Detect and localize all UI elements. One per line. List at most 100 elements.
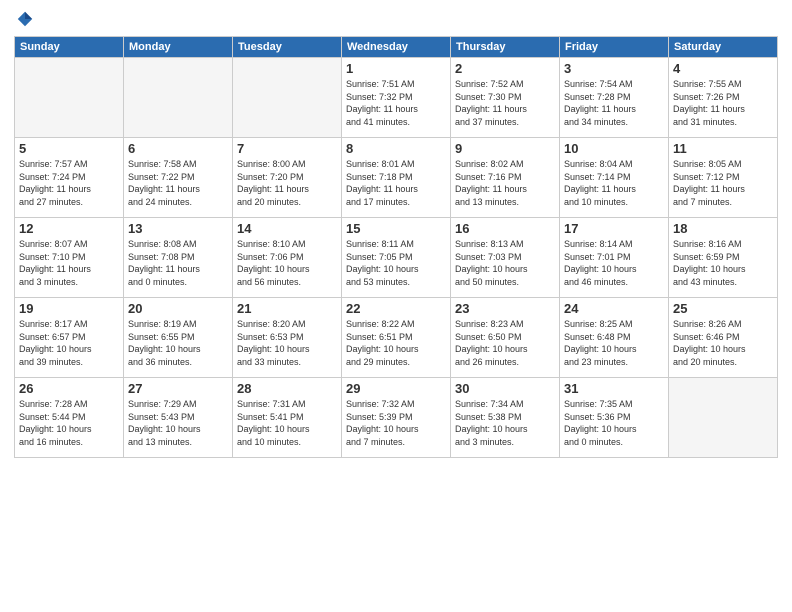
day-cell: 19Sunrise: 8:17 AM Sunset: 6:57 PM Dayli… [15, 298, 124, 378]
day-info: Sunrise: 7:28 AM Sunset: 5:44 PM Dayligh… [19, 398, 119, 448]
day-cell: 29 Sunrise: 7:32 AM Sunset: 5:39 PM Dayli… [342, 378, 451, 458]
day-info: Sunrise: 7:29 AM Sunset: 5:43 PM Dayligh… [128, 398, 228, 448]
day-header-tuesday: Tuesday [233, 37, 342, 58]
day-number: 20 [128, 301, 228, 316]
day-number: 3 [564, 61, 664, 76]
day-cell: 21Sunrise: 8:20 AM Sunset: 6:53 PM Dayli… [233, 298, 342, 378]
day-info: Sunrise: 7:54 AM Sunset: 7:28 PM Dayligh… [564, 78, 664, 128]
day-info: Sunrise: 8:08 AM Sunset: 7:08 PM Dayligh… [128, 238, 228, 288]
calendar-table: SundayMondayTuesdayWednesdayThursdayFrid… [14, 36, 778, 458]
day-number: 21 [237, 301, 337, 316]
day-info: Sunrise: 8:10 AM Sunset: 7:06 PM Dayligh… [237, 238, 337, 288]
day-number: 15 [346, 221, 446, 236]
day-number: 28 [237, 381, 337, 396]
day-cell: 16 Sunrise: 8:13 AM Sunset: 7:03 PM Dayli… [451, 218, 560, 298]
day-number: 27 [128, 381, 228, 396]
day-info: Sunrise: 7:58 AM Sunset: 7:22 PM Dayligh… [128, 158, 228, 208]
day-info: Sunrise: 7:34 AM Sunset: 5:38 PM Dayligh… [455, 398, 555, 448]
day-cell: 3 Sunrise: 7:54 AM Sunset: 7:28 PM Daylig… [560, 58, 669, 138]
logo-icon [16, 10, 34, 28]
day-number: 8 [346, 141, 446, 156]
day-number: 9 [455, 141, 555, 156]
day-info: Sunrise: 8:16 AM Sunset: 6:59 PM Dayligh… [673, 238, 773, 288]
day-cell: 5 Sunrise: 7:57 AM Sunset: 7:24 PM Daylig… [15, 138, 124, 218]
day-number: 24 [564, 301, 664, 316]
day-info: Sunrise: 8:05 AM Sunset: 7:12 PM Dayligh… [673, 158, 773, 208]
day-number: 25 [673, 301, 773, 316]
day-cell: 20 Sunrise: 8:19 AM Sunset: 6:55 PM Dayli… [124, 298, 233, 378]
day-info: Sunrise: 7:57 AM Sunset: 7:24 PM Dayligh… [19, 158, 119, 208]
day-cell: 18 Sunrise: 8:16 AM Sunset: 6:59 PM Dayli… [669, 218, 778, 298]
day-number: 18 [673, 221, 773, 236]
day-info: Sunrise: 8:22 AM Sunset: 6:51 PM Dayligh… [346, 318, 446, 368]
day-number: 14 [237, 221, 337, 236]
day-number: 16 [455, 221, 555, 236]
day-number: 13 [128, 221, 228, 236]
day-cell [669, 378, 778, 458]
day-cell: 4 Sunrise: 7:55 AM Sunset: 7:26 PM Daylig… [669, 58, 778, 138]
day-info: Sunrise: 8:11 AM Sunset: 7:05 PM Dayligh… [346, 238, 446, 288]
day-number: 19 [19, 301, 119, 316]
day-cell: 9 Sunrise: 8:02 AM Sunset: 7:16 PM Daylig… [451, 138, 560, 218]
day-cell: 1Sunrise: 7:51 AM Sunset: 7:32 PM Daylig… [342, 58, 451, 138]
day-number: 26 [19, 381, 119, 396]
day-header-friday: Friday [560, 37, 669, 58]
day-number: 4 [673, 61, 773, 76]
day-number: 11 [673, 141, 773, 156]
day-cell: 12Sunrise: 8:07 AM Sunset: 7:10 PM Dayli… [15, 218, 124, 298]
day-info: Sunrise: 8:02 AM Sunset: 7:16 PM Dayligh… [455, 158, 555, 208]
day-cell: 27 Sunrise: 7:29 AM Sunset: 5:43 PM Dayli… [124, 378, 233, 458]
day-number: 17 [564, 221, 664, 236]
day-number: 23 [455, 301, 555, 316]
day-info: Sunrise: 7:32 AM Sunset: 5:39 PM Dayligh… [346, 398, 446, 448]
day-info: Sunrise: 8:13 AM Sunset: 7:03 PM Dayligh… [455, 238, 555, 288]
day-cell: 31 Sunrise: 7:35 AM Sunset: 5:36 PM Dayli… [560, 378, 669, 458]
day-number: 12 [19, 221, 119, 236]
day-info: Sunrise: 8:14 AM Sunset: 7:01 PM Dayligh… [564, 238, 664, 288]
day-number: 7 [237, 141, 337, 156]
week-row-1: 1Sunrise: 7:51 AM Sunset: 7:32 PM Daylig… [15, 58, 778, 138]
day-cell: 15 Sunrise: 8:11 AM Sunset: 7:05 PM Dayli… [342, 218, 451, 298]
day-cell: 28 Sunrise: 7:31 AM Sunset: 5:41 PM Dayli… [233, 378, 342, 458]
day-info: Sunrise: 8:26 AM Sunset: 6:46 PM Dayligh… [673, 318, 773, 368]
day-header-saturday: Saturday [669, 37, 778, 58]
day-cell [124, 58, 233, 138]
day-cell [233, 58, 342, 138]
day-number: 5 [19, 141, 119, 156]
week-row-2: 5 Sunrise: 7:57 AM Sunset: 7:24 PM Daylig… [15, 138, 778, 218]
day-header-thursday: Thursday [451, 37, 560, 58]
day-cell: 25 Sunrise: 8:26 AM Sunset: 6:46 PM Dayli… [669, 298, 778, 378]
day-cell: 8 Sunrise: 8:01 AM Sunset: 7:18 PM Daylig… [342, 138, 451, 218]
day-info: Sunrise: 7:31 AM Sunset: 5:41 PM Dayligh… [237, 398, 337, 448]
day-number: 6 [128, 141, 228, 156]
week-row-3: 12Sunrise: 8:07 AM Sunset: 7:10 PM Dayli… [15, 218, 778, 298]
day-number: 10 [564, 141, 664, 156]
logo [14, 10, 36, 28]
day-info: Sunrise: 8:19 AM Sunset: 6:55 PM Dayligh… [128, 318, 228, 368]
day-header-wednesday: Wednesday [342, 37, 451, 58]
day-number: 2 [455, 61, 555, 76]
day-info: Sunrise: 8:23 AM Sunset: 6:50 PM Dayligh… [455, 318, 555, 368]
day-cell: 11 Sunrise: 8:05 AM Sunset: 7:12 PM Dayli… [669, 138, 778, 218]
day-number: 29 [346, 381, 446, 396]
day-info: Sunrise: 8:04 AM Sunset: 7:14 PM Dayligh… [564, 158, 664, 208]
day-info: Sunrise: 8:01 AM Sunset: 7:18 PM Dayligh… [346, 158, 446, 208]
day-number: 30 [455, 381, 555, 396]
day-cell: 30 Sunrise: 7:34 AM Sunset: 5:38 PM Dayli… [451, 378, 560, 458]
day-header-sunday: Sunday [15, 37, 124, 58]
day-cell [15, 58, 124, 138]
day-cell: 13 Sunrise: 8:08 AM Sunset: 7:08 PM Dayli… [124, 218, 233, 298]
day-info: Sunrise: 8:25 AM Sunset: 6:48 PM Dayligh… [564, 318, 664, 368]
week-row-5: 26 Sunrise: 7:28 AM Sunset: 5:44 PM Dayli… [15, 378, 778, 458]
day-cell: 24 Sunrise: 8:25 AM Sunset: 6:48 PM Dayli… [560, 298, 669, 378]
day-cell: 17 Sunrise: 8:14 AM Sunset: 7:01 PM Dayli… [560, 218, 669, 298]
day-cell: 26 Sunrise: 7:28 AM Sunset: 5:44 PM Dayli… [15, 378, 124, 458]
day-number: 31 [564, 381, 664, 396]
calendar-page: SundayMondayTuesdayWednesdayThursdayFrid… [0, 0, 792, 612]
day-info: Sunrise: 7:51 AM Sunset: 7:32 PM Dayligh… [346, 78, 446, 128]
calendar-header-row: SundayMondayTuesdayWednesdayThursdayFrid… [15, 37, 778, 58]
day-info: Sunrise: 7:55 AM Sunset: 7:26 PM Dayligh… [673, 78, 773, 128]
day-info: Sunrise: 7:35 AM Sunset: 5:36 PM Dayligh… [564, 398, 664, 448]
day-cell: 6 Sunrise: 7:58 AM Sunset: 7:22 PM Daylig… [124, 138, 233, 218]
day-cell: 2Sunrise: 7:52 AM Sunset: 7:30 PM Daylig… [451, 58, 560, 138]
